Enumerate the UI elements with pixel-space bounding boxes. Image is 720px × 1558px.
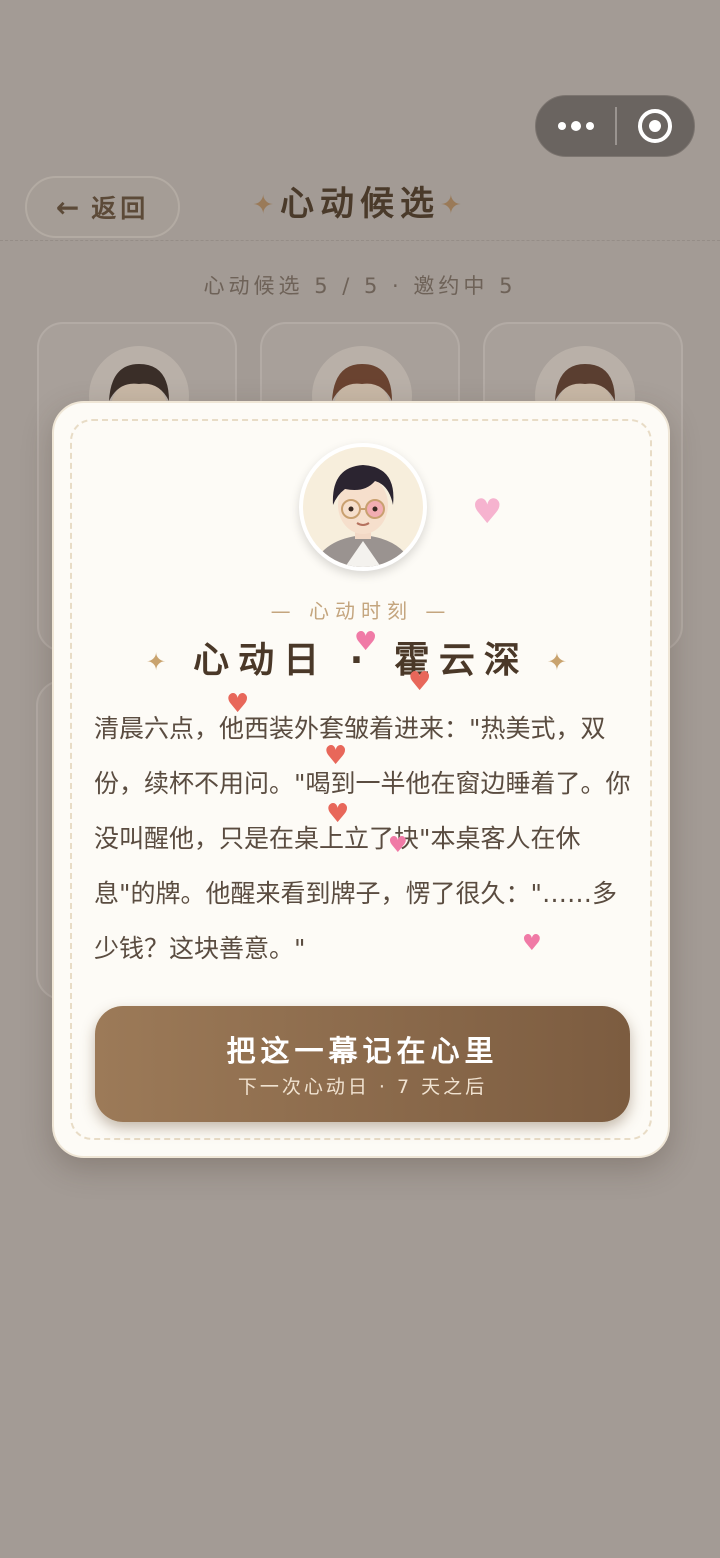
target-close-icon[interactable] bbox=[617, 109, 694, 143]
candidate-stats: 心动候选 5 / 5 · 邀约中 5 bbox=[203, 274, 517, 298]
heart-icon: ♥ bbox=[324, 741, 348, 771]
next-date-hint: 下一次心动日 · 7 天之后 bbox=[237, 1076, 488, 1098]
page-title-text: 心动候选 bbox=[280, 184, 440, 224]
mini-program-capsule bbox=[535, 95, 695, 157]
heart-moment-modal: — 心动时刻 — ✦ 心动日 · 霍云深 ✦ 清晨六点，他西装外套皱着进来："热美式… bbox=[52, 401, 670, 1158]
remember-button-label: 把这一幕记在心里 bbox=[226, 1034, 499, 1068]
header-divider bbox=[0, 240, 720, 241]
sparkle-icon: ✦ bbox=[252, 190, 280, 221]
remember-button[interactable]: 把这一幕记在心里 下一次心动日 · 7 天之后 bbox=[95, 1006, 630, 1122]
heart-icon: ♥ bbox=[388, 833, 408, 858]
sparkle-icon: ✦ bbox=[440, 190, 468, 221]
sparkle-icon: ✦ bbox=[546, 648, 576, 676]
heart-icon: ♥ bbox=[472, 492, 503, 532]
page-title: ✦心动候选✦ bbox=[0, 176, 720, 225]
heart-icon: ♥ bbox=[408, 667, 432, 697]
heart-icon: ♥ bbox=[354, 627, 378, 657]
more-dots-icon[interactable] bbox=[536, 120, 615, 131]
heart-icon: ♥ bbox=[326, 799, 350, 829]
story-text: 清晨六点，他西装外套皱着进来："热美式，双份，续杯不用问。"喝到一半他在窗边睡着… bbox=[94, 714, 631, 963]
character-avatar bbox=[299, 443, 427, 571]
heart-icon: ♥ bbox=[522, 931, 542, 956]
heart-icon: ♥ bbox=[226, 689, 250, 719]
moment-label: — 心动时刻 — bbox=[270, 599, 452, 623]
sparkle-icon: ✦ bbox=[146, 648, 176, 676]
